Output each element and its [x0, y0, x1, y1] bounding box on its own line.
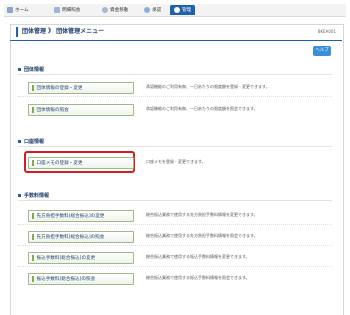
row-divider [18, 266, 332, 267]
menu-description: 総合振込業務で使用する振込手数料情報を変更できます。 [146, 254, 250, 259]
button-label: 団体情報の照会 [36, 108, 69, 113]
button-marker-icon [32, 160, 34, 166]
button-marker-icon [32, 213, 34, 219]
tab-home-label: ホーム [15, 8, 29, 13]
tab-fund-transfer[interactable]: 資金移動 [102, 5, 128, 15]
button-marker-icon [32, 255, 34, 261]
tab-statement-label: 明細照会 [62, 8, 81, 13]
top-nav: ホーム 明細照会 資金移動 承認 管理 [4, 4, 346, 17]
document-icon [54, 7, 60, 13]
button-label: 振込手数料[総合振込]の変更 [36, 256, 96, 261]
section-title: 口座情報 [24, 139, 45, 145]
button-label: 団体情報の登録・変更 [36, 86, 83, 91]
gear-icon [174, 7, 180, 13]
row-divider [18, 245, 332, 246]
account-memo-edit-button[interactable]: 口座メモの登録・変更 [28, 157, 134, 169]
button-marker-icon [32, 276, 34, 282]
button-marker-icon [32, 234, 34, 240]
check-icon [144, 7, 150, 13]
menu-description: 承認機能のご利用有無、一日あたりの限度額を照会できます。 [146, 106, 258, 111]
title-accent-bar [16, 27, 18, 37]
section-bullet-icon [18, 68, 21, 71]
menu-description: 総合振込業務で使用する先方負担手数料情報を変更できます。 [146, 212, 258, 217]
help-button[interactable]: ヘルプ [313, 46, 331, 56]
tab-approval-label: 承認 [152, 8, 162, 13]
section-header-account-info: 口座情報 [18, 138, 332, 147]
button-label: 振込手数料[総合振込]の照会 [36, 277, 96, 282]
button-label: 先方負担手数料[総合振込]の変更 [36, 214, 105, 219]
section-header-group-info: 団体情報 [18, 66, 332, 75]
tab-statement-inquiry[interactable]: 明細照会 [54, 5, 80, 15]
button-label: 口座メモの登録・変更 [36, 161, 83, 166]
screen-code: BKEA001 [317, 29, 336, 34]
recipient-fee-edit-button[interactable]: 先方負担手数料[総合振込]の変更 [28, 210, 134, 222]
menu-description: 口座メモを登録・変更できます。 [146, 159, 206, 164]
button-marker-icon [32, 107, 34, 113]
transfer-fee-inquiry-button[interactable]: 振込手数料[総合振込]の照会 [28, 273, 134, 285]
tab-admin[interactable]: 管理 [170, 5, 196, 15]
button-label: 先方負担手数料[総合振込]の照会 [36, 235, 105, 240]
tab-admin-label: 管理 [182, 8, 192, 13]
transfer-icon [102, 7, 108, 13]
section-bullet-icon [18, 140, 21, 143]
button-marker-icon [32, 85, 34, 91]
menu-description: 総合振込業務で使用する先方負担手数料情報を照会できます。 [146, 233, 258, 238]
row-divider [18, 224, 332, 225]
group-info-inquiry-button[interactable]: 団体情報の照会 [28, 104, 134, 116]
section-header-fee-info: 手数料情報 [18, 192, 332, 201]
home-icon [7, 7, 13, 13]
row-divider [18, 96, 332, 97]
page-title: 団体管理 》 団体管理メニュー [22, 28, 105, 35]
tab-home[interactable]: ホーム [7, 5, 29, 15]
tab-approval[interactable]: 承認 [144, 5, 161, 15]
tab-transfer-label: 資金移動 [110, 8, 129, 13]
transfer-fee-edit-button[interactable]: 振込手数料[総合振込]の変更 [28, 252, 134, 264]
group-info-edit-button[interactable]: 団体情報の登録・変更 [28, 82, 134, 94]
section-bullet-icon [18, 194, 21, 197]
section-title: 団体情報 [24, 67, 45, 73]
recipient-fee-inquiry-button[interactable]: 先方負担手数料[総合振込]の照会 [28, 231, 134, 243]
page-title-bar: 団体管理 》 団体管理メニュー BKEA001 [10, 24, 342, 41]
section-title: 手数料情報 [24, 193, 50, 199]
menu-description: 総合振込業務で使用する振込手数料情報を照会できます。 [146, 275, 250, 280]
menu-description: 承認機能のご利用有無、一日あたりの限度額を登録・変更できます。 [146, 84, 270, 89]
